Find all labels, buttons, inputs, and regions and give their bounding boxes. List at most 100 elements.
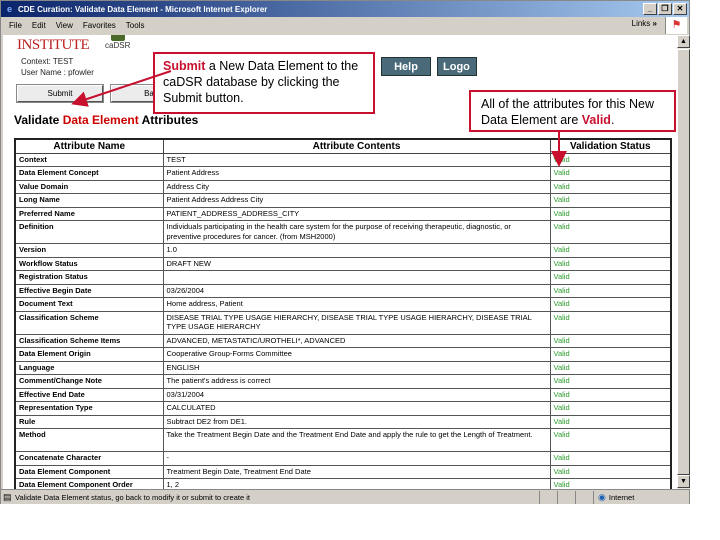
page-title-part1: Validate bbox=[14, 113, 63, 127]
validation-status-cell: Valid bbox=[549, 387, 672, 402]
submit-button[interactable]: Submit bbox=[16, 84, 104, 103]
attribute-name-cell: Classification Scheme Items bbox=[14, 333, 164, 348]
header-validation-status: Validation Status bbox=[549, 138, 672, 154]
page-content: INSTITUTE caDSR Context: TEST User Name … bbox=[3, 35, 677, 489]
validation-status-cell: Valid bbox=[549, 478, 672, 489]
vertical-scrollbar[interactable]: ▲ ▼ bbox=[677, 35, 690, 489]
validation-status-cell: Valid bbox=[549, 152, 672, 167]
validation-status-cell: Valid bbox=[549, 333, 672, 348]
table-header-row: Attribute Name Attribute Contents Valida… bbox=[14, 138, 672, 154]
attribute-name-cell: Language bbox=[14, 360, 164, 375]
browser-window: e CDE Curation: Validate Data Element - … bbox=[0, 0, 690, 504]
status-bar: ▤ Validate Data Element status, go back t… bbox=[1, 489, 689, 504]
attribute-content-cell: - bbox=[162, 451, 551, 466]
validation-status-cell: Valid bbox=[549, 414, 672, 429]
attribute-content-cell: The patient's address is correct bbox=[162, 374, 551, 389]
header-attribute-contents: Attribute Contents bbox=[162, 138, 551, 154]
attribute-name-cell: Workflow Status bbox=[14, 256, 164, 271]
validation-status-cell: Valid bbox=[549, 464, 672, 479]
attribute-name-cell: Value Domain bbox=[14, 179, 164, 194]
attribute-content-cell: Address City bbox=[162, 179, 551, 194]
page-title-part2: Attributes bbox=[138, 113, 199, 127]
page-title-accent: Data Element bbox=[62, 113, 139, 127]
header-attribute-name: Attribute Name bbox=[14, 138, 164, 154]
valid-callout-end: . bbox=[610, 113, 615, 127]
attribute-name-cell: Document Text bbox=[14, 297, 164, 312]
menu-favorites[interactable]: Favorites bbox=[83, 21, 116, 30]
attribute-name-cell: Version bbox=[14, 243, 164, 258]
attribute-content-cell: DISEASE TRIAL TYPE USAGE HIERARCHY, DISE… bbox=[162, 310, 551, 335]
validation-status-cell: Valid bbox=[549, 310, 672, 335]
attribute-content-cell: Cooperative Group-Forms Committee bbox=[162, 347, 551, 362]
menu-tools[interactable]: Tools bbox=[126, 21, 145, 30]
scroll-thumb[interactable] bbox=[677, 49, 690, 475]
table-row: Classification Scheme DISEASE TRIAL TYPE … bbox=[14, 310, 672, 335]
attribute-content-cell: 03/26/2004 bbox=[162, 283, 551, 298]
attribute-name-cell: Concatenate Character bbox=[14, 451, 164, 466]
validation-status-cell: Valid bbox=[549, 206, 672, 221]
validation-status-cell: Valid bbox=[549, 374, 672, 389]
attribute-name-cell: Context bbox=[14, 152, 164, 167]
scroll-up-icon[interactable]: ▲ bbox=[677, 35, 690, 48]
table-row: Method Take the Treatment Begin Date and … bbox=[14, 428, 672, 452]
minimize-button[interactable]: _ bbox=[643, 3, 657, 15]
context-label: Context: TEST bbox=[21, 57, 74, 66]
help-button[interactable]: Help bbox=[381, 57, 431, 76]
table-row: Representation Type CALCULATED Valid bbox=[14, 401, 672, 416]
validation-status-cell: Valid bbox=[549, 179, 672, 194]
table-row: Workflow Status DRAFT NEW Valid bbox=[14, 256, 672, 271]
title-bar: e CDE Curation: Validate Data Element - … bbox=[1, 1, 689, 17]
valid-callout-text: All of the attributes for this New Data … bbox=[481, 97, 654, 127]
validation-status-cell: Valid bbox=[549, 428, 672, 452]
nci-logo: INSTITUTE caDSR bbox=[15, 35, 165, 57]
window-title: CDE Curation: Validate Data Element - Mi… bbox=[18, 4, 268, 14]
valid-callout: All of the attributes for this New Data … bbox=[469, 90, 676, 132]
ie-icon: e bbox=[6, 3, 12, 14]
attribute-name-cell: Comment/Change Note bbox=[14, 374, 164, 389]
maximize-button[interactable]: ❐ bbox=[658, 3, 672, 15]
validation-status-cell: Valid bbox=[549, 360, 672, 375]
globe-icon: ◉ bbox=[598, 491, 606, 502]
links-chevron-icon: » bbox=[652, 19, 657, 28]
menu-file[interactable]: File bbox=[9, 21, 22, 30]
status-text: Validate Data Element status, go back to… bbox=[15, 492, 250, 502]
attribute-name-cell: Data Element Origin bbox=[14, 347, 164, 362]
table-row: Concatenate Character - Valid bbox=[14, 451, 672, 466]
table-row: Comment/Change Note The patient's address… bbox=[14, 374, 672, 389]
valid-callout-accent: Valid bbox=[581, 113, 611, 127]
attribute-name-cell: Classification Scheme bbox=[14, 310, 164, 335]
attributes-table: Attribute Name Attribute Contents Valida… bbox=[14, 138, 672, 489]
attribute-content-cell: TEST bbox=[162, 152, 551, 167]
attribute-content-cell: 03/31/2004 bbox=[162, 387, 551, 402]
close-button[interactable]: ✕ bbox=[673, 3, 687, 15]
attribute-content-cell: Individuals participating in the health … bbox=[162, 220, 551, 244]
attribute-content-cell: DRAFT NEW bbox=[162, 256, 551, 271]
attribute-name-cell: Method bbox=[14, 428, 164, 452]
scroll-down-icon[interactable]: ▼ bbox=[677, 475, 690, 488]
table-row: Classification Scheme Items ADVANCED, MET… bbox=[14, 333, 672, 348]
page-icon: ▤ bbox=[3, 491, 12, 502]
table-row: Long Name Patient Address Address City Val… bbox=[14, 193, 672, 208]
cadsr-logo-text: caDSR bbox=[105, 41, 131, 50]
logout-button[interactable]: Logo bbox=[437, 57, 477, 76]
logo-text: INSTITUTE bbox=[17, 37, 90, 53]
menu-bar: File Edit View Favorites Tools Links » ⚑ bbox=[1, 17, 689, 34]
table-row: Effective Begin Date 03/26/2004 Valid bbox=[14, 283, 672, 298]
attribute-content-cell: CALCULATED bbox=[162, 401, 551, 416]
menu-edit[interactable]: Edit bbox=[32, 21, 46, 30]
table-row: Data Element Component Treatment Begin Da… bbox=[14, 464, 672, 479]
page-title: Validate Data Element Attributes bbox=[14, 113, 198, 127]
user-name-label: User Name : pfowler bbox=[21, 68, 94, 77]
validation-status-cell: Valid bbox=[549, 166, 672, 181]
attribute-name-cell: Registration Status bbox=[14, 270, 164, 285]
menu-view[interactable]: View bbox=[56, 21, 73, 30]
attribute-name-cell: Effective Begin Date bbox=[14, 283, 164, 298]
attribute-content-cell: PATIENT_ADDRESS_ADDRESS_CITY bbox=[162, 206, 551, 221]
attribute-name-cell: Representation Type bbox=[14, 401, 164, 416]
links-toolbar[interactable]: Links » bbox=[632, 19, 657, 28]
attribute-name-cell: Long Name bbox=[14, 193, 164, 208]
attribute-name-cell: Rule bbox=[14, 414, 164, 429]
submit-callout-accent: Submit bbox=[163, 59, 206, 73]
table-row: Effective End Date 03/31/2004 Valid bbox=[14, 387, 672, 402]
links-label: Links bbox=[631, 19, 651, 28]
